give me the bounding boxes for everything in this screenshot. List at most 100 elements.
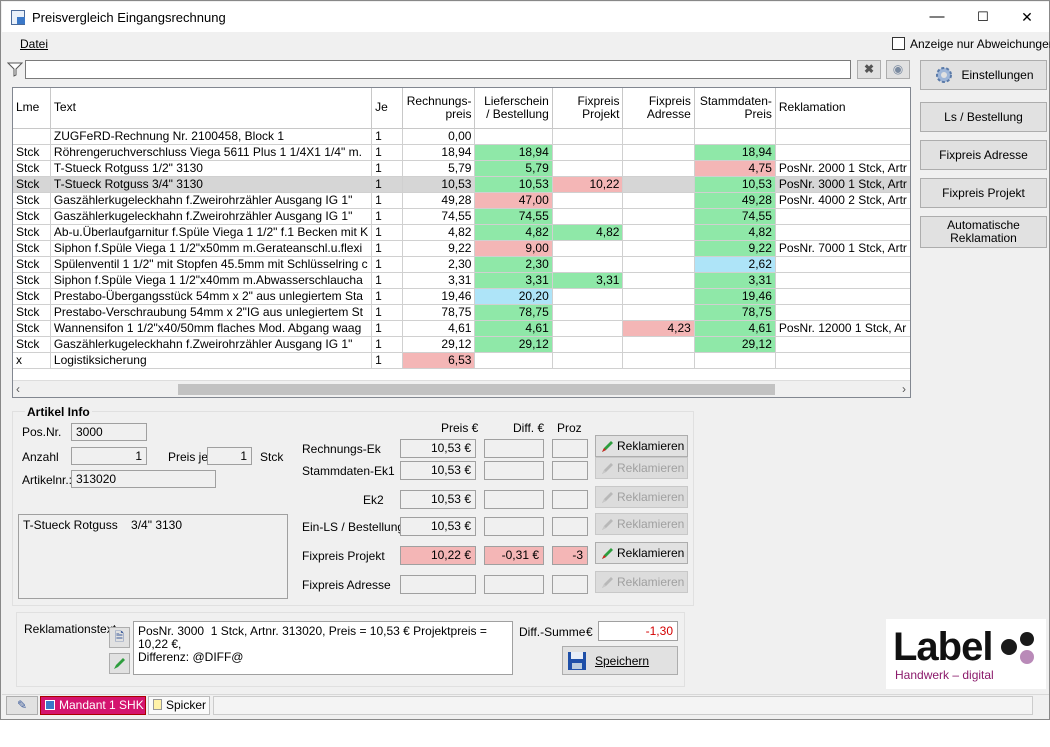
cell-text[interactable]: Prestabo-Verschraubung 54mm x 2"IG aus u…	[50, 304, 373, 321]
cell-lieferschein[interactable]: 9,00	[474, 240, 553, 257]
cell-text[interactable]: Wannensifon 1 1/2"x40/50mm flaches Mod. …	[50, 320, 373, 337]
cell-lme[interactable]	[13, 128, 51, 145]
cell-text[interactable]: Logistiksicherung	[50, 352, 373, 369]
cell-fixpreis-projekt[interactable]	[552, 192, 624, 209]
col-text[interactable]: Text	[50, 88, 373, 129]
cell-text[interactable]: Siphon f.Spüle Viega 1 1/2"x40mm m.Abwas…	[50, 272, 373, 289]
cell-je[interactable]: 1	[371, 352, 403, 369]
cell-rechnungspreis[interactable]: 19,46	[402, 288, 476, 305]
cell-lieferschein[interactable]: 2,30	[474, 256, 553, 273]
cell-reklamation[interactable]: PosNr. 12000 1 Stck, Ar	[775, 320, 910, 337]
cell-lme[interactable]: x	[13, 352, 51, 369]
cell-rechnungspreis[interactable]: 6,53	[402, 352, 476, 369]
template-icon[interactable]: 🗎	[109, 627, 130, 648]
cell-text[interactable]: Ab-u.Überlaufgarnitur f.Spüle Viega 1 1/…	[50, 224, 373, 241]
cell-lieferschein[interactable]: 18,94	[474, 144, 553, 161]
price-grid[interactable]: Lme Text Je Rechnungs-preis Lieferschein…	[12, 87, 911, 398]
cell-fixpreis-projekt[interactable]	[552, 160, 624, 177]
cell-lieferschein[interactable]: 74,55	[474, 208, 553, 225]
cell-rechnungspreis[interactable]: 4,61	[402, 320, 476, 337]
cell-je[interactable]: 1	[371, 192, 403, 209]
cell-fixpreis-adresse[interactable]	[622, 256, 695, 273]
reklamieren-button[interactable]: Reklamieren	[595, 542, 688, 564]
cell-text[interactable]: Spülenventil 1 1/2" mit Stopfen 45.5mm m…	[50, 256, 373, 273]
clear-filter-icon[interactable]: ✖	[857, 60, 881, 79]
cell-lme[interactable]: Stck	[13, 320, 51, 337]
cell-lme[interactable]: Stck	[13, 160, 51, 177]
cell-lieferschein[interactable]	[474, 128, 553, 145]
cell-stammdatenpreis[interactable]: 19,46	[694, 288, 776, 305]
cell-fixpreis-projekt[interactable]	[552, 320, 624, 337]
cell-rechnungspreis[interactable]: 0,00	[402, 128, 476, 145]
cell-lme[interactable]: Stck	[13, 192, 51, 209]
cell-reklamation[interactable]	[775, 128, 910, 145]
cell-rechnungspreis[interactable]: 78,75	[402, 304, 476, 321]
cell-rechnungspreis[interactable]: 10,53	[402, 176, 476, 193]
table-row[interactable]: Stck Ab-u.Überlaufgarnitur f.Spüle Viega …	[13, 224, 910, 241]
cell-lieferschein[interactable]: 5,79	[474, 160, 553, 177]
col-je[interactable]: Je	[371, 88, 403, 129]
cell-stammdatenpreis[interactable]: 78,75	[694, 304, 776, 321]
only-diff-checkbox[interactable]	[892, 37, 905, 50]
cell-lme[interactable]: Stck	[13, 144, 51, 161]
table-row[interactable]: Stck Röhrengeruchverschluss Viega 5611 Pl…	[13, 144, 910, 161]
cell-reklamation[interactable]	[775, 304, 910, 321]
reklamieren-button[interactable]: Reklamieren	[595, 513, 688, 535]
reklamieren-button[interactable]: Reklamieren	[595, 457, 688, 479]
cell-text[interactable]: T-Stueck Rotguss 1/2" 3130	[50, 160, 373, 177]
cell-je[interactable]: 1	[371, 256, 403, 273]
cell-fixpreis-projekt[interactable]	[552, 304, 624, 321]
table-row[interactable]: ZUGFeRD-Rechnung Nr. 2100458, Block 1 1 0,…	[13, 128, 910, 145]
table-row[interactable]: Stck T-Stueck Rotguss 1/2" 3130 1 5,79 5,79 4…	[13, 160, 910, 177]
table-row[interactable]: Stck Gaszählerkugeleckhahn f.Zweirohrzähl…	[13, 208, 910, 225]
col-rechnungspreis[interactable]: Rechnungs-preis	[402, 88, 476, 129]
table-row[interactable]: x Logistiksicherung 1 6,53	[13, 352, 910, 369]
cell-rechnungspreis[interactable]: 5,79	[402, 160, 476, 177]
scroll-right-icon[interactable]: ›	[902, 382, 906, 396]
cell-stammdatenpreis[interactable]: 4,75	[694, 160, 776, 177]
cell-lme[interactable]: Stck	[13, 304, 51, 321]
cell-je[interactable]: 1	[371, 336, 403, 353]
cell-reklamation[interactable]	[775, 272, 910, 289]
menu-datei[interactable]: Datei	[20, 37, 48, 51]
cell-reklamation[interactable]	[775, 144, 910, 161]
cell-fixpreis-adresse[interactable]	[622, 336, 695, 353]
cell-text[interactable]: Prestabo-Übergangsstück 54mm x 2" aus un…	[50, 288, 373, 305]
table-row[interactable]: Stck T-Stueck Rotguss 3/4" 3130 1 10,53 10,5…	[13, 176, 910, 193]
table-row[interactable]: Stck Gaszählerkugeleckhahn f.Zweirohrzähl…	[13, 336, 910, 353]
cell-stammdatenpreis[interactable]: 74,55	[694, 208, 776, 225]
cell-rechnungspreis[interactable]: 29,12	[402, 336, 476, 353]
cell-fixpreis-adresse[interactable]	[622, 144, 695, 161]
cell-lme[interactable]: Stck	[13, 240, 51, 257]
save-button[interactable]: Speichern	[562, 646, 678, 675]
cell-fixpreis-projekt[interactable]	[552, 288, 624, 305]
col-lieferschein[interactable]: Lieferschein / Bestellung	[474, 88, 553, 129]
cell-lme[interactable]: Stck	[13, 288, 51, 305]
col-fixpreis-adresse[interactable]: Fixpreis Adresse	[622, 88, 695, 129]
einstellungen-button[interactable]: Einstellungen	[920, 60, 1047, 90]
cell-stammdatenpreis[interactable]: 29,12	[694, 336, 776, 353]
cell-stammdatenpreis[interactable]: 49,28	[694, 192, 776, 209]
cell-text[interactable]: Siphon f.Spüle Viega 1 1/2"x50mm m.Gerat…	[50, 240, 373, 257]
cell-stammdatenpreis[interactable]: 10,53	[694, 176, 776, 193]
cell-lieferschein[interactable]: 20,20	[474, 288, 553, 305]
cell-fixpreis-projekt[interactable]	[552, 128, 624, 145]
cell-je[interactable]: 1	[371, 224, 403, 241]
col-stammdatenpreis[interactable]: Stammdaten-Preis	[694, 88, 776, 129]
cell-reklamation[interactable]: PosNr. 3000 1 Stck, Artr	[775, 176, 910, 193]
cell-je[interactable]: 1	[371, 176, 403, 193]
cell-rechnungspreis[interactable]: 3,31	[402, 272, 476, 289]
cell-fixpreis-adresse[interactable]	[622, 160, 695, 177]
cell-lieferschein[interactable]: 10,53	[474, 176, 553, 193]
cell-je[interactable]: 1	[371, 128, 403, 145]
cell-fixpreis-projekt[interactable]: 4,82	[552, 224, 624, 241]
cell-stammdatenpreis[interactable]	[694, 352, 776, 369]
cell-je[interactable]: 1	[371, 208, 403, 225]
table-row[interactable]: Stck Siphon f.Spüle Viega 1 1/2"x50mm m.G…	[13, 240, 910, 257]
cell-fixpreis-projekt[interactable]	[552, 352, 624, 369]
cell-je[interactable]: 1	[371, 240, 403, 257]
cell-stammdatenpreis[interactable]: 3,31	[694, 272, 776, 289]
cell-fixpreis-adresse[interactable]	[622, 288, 695, 305]
cell-lme[interactable]: Stck	[13, 256, 51, 273]
table-row[interactable]: Stck Spülenventil 1 1/2" mit Stopfen 45.5…	[13, 256, 910, 273]
